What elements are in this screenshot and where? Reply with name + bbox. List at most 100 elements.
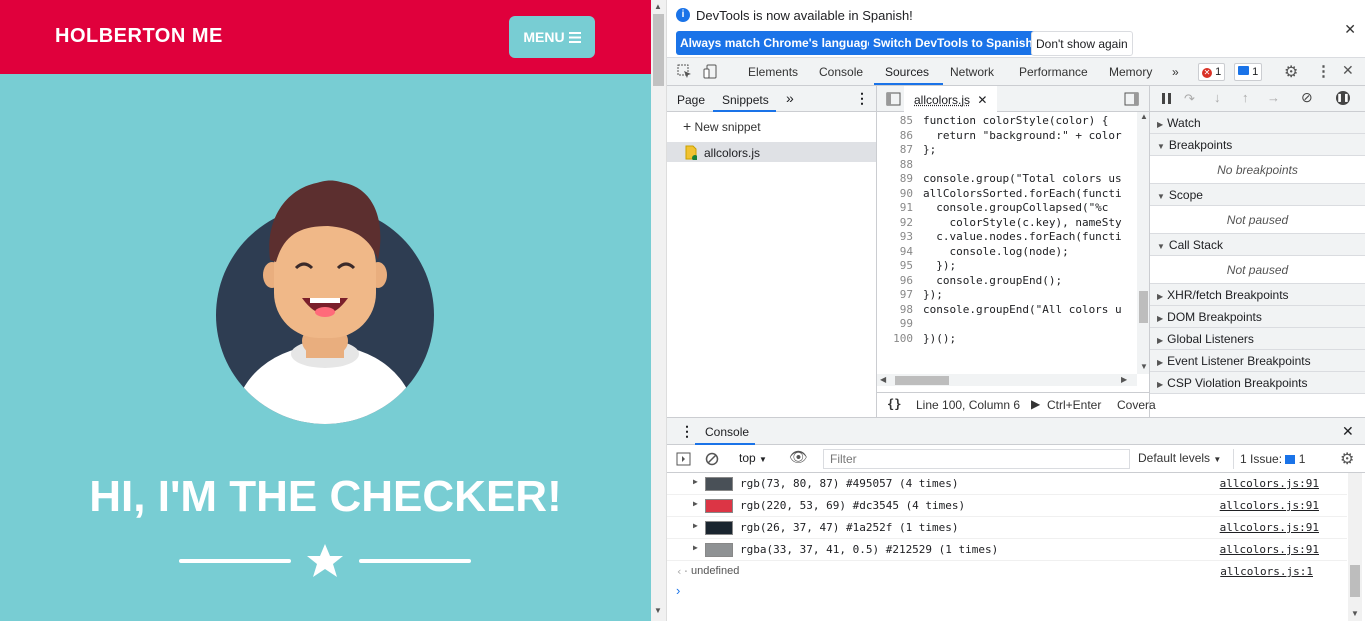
tab-sources[interactable]: Sources [885,65,929,79]
scroll-up-arrow-icon[interactable]: ▲ [654,2,662,11]
call-stack-section[interactable]: ▼ Call Stack [1150,234,1365,256]
event-listener-breakpoints-section[interactable]: ▶ Event Listener Breakpoints [1150,350,1365,372]
expand-group-icon[interactable]: ▶ [693,543,698,552]
code-line[interactable]: console.groupCollapsed("%c [923,201,1108,214]
tab-performance[interactable]: Performance [1019,65,1088,79]
more-options-icon[interactable]: ⋮ [1316,62,1331,80]
more-navigator-tabs-icon[interactable]: » [786,90,794,106]
result-source-link[interactable]: allcolors.js:1 [1220,565,1313,578]
log-source-link[interactable]: allcolors.js:91 [1220,499,1319,512]
console-settings-gear-icon[interactable]: ⚙ [1340,449,1354,469]
close-tab-icon[interactable]: ✕ [977,93,987,107]
line-number[interactable]: 89 [877,172,913,185]
editor-scroll-left-icon[interactable]: ◀ [880,375,886,384]
message-count-badge[interactable]: 1 [1234,63,1263,81]
tab-console[interactable]: Console [819,65,863,79]
pause-on-exceptions-icon[interactable]: ❚❚ [1336,91,1350,105]
snippet-item[interactable]: allcolors.js [667,142,876,162]
console-prompt-icon[interactable]: › [676,583,680,598]
console-sidebar-icon[interactable] [676,452,691,466]
editor-scroll-down-icon[interactable]: ▼ [1140,362,1148,371]
expand-group-icon[interactable]: ▶ [693,521,698,530]
code-line[interactable]: console.group("Total colors us [923,172,1122,185]
editor-horizontal-thumb[interactable] [895,376,949,385]
settings-gear-icon[interactable]: ⚙ [1284,62,1298,82]
issues-counter[interactable]: 1 Issue: 1 [1233,449,1311,469]
tab-console-drawer[interactable]: Console [705,425,749,439]
device-toolbar-icon[interactable] [703,64,718,79]
code-line[interactable]: }); [923,259,956,272]
navigator-menu-icon[interactable]: ⋮ [855,90,869,107]
pause-icon[interactable] [1161,93,1172,104]
close-devtools-icon[interactable]: ✕ [1342,62,1354,79]
toggle-navigator-icon[interactable] [886,92,901,106]
code-line[interactable]: console.log(node); [923,245,1068,258]
log-source-link[interactable]: allcolors.js:91 [1220,477,1319,490]
global-listeners-section[interactable]: ▶ Global Listeners [1150,328,1365,350]
step-icon[interactable]: → [1267,90,1280,105]
clear-console-icon[interactable] [705,452,719,466]
code-line[interactable]: console.groupEnd("All colors u [923,303,1122,316]
editor-scroll-right-icon[interactable]: ▶ [1121,375,1127,384]
expand-group-icon[interactable]: ▶ [693,477,698,486]
new-snippet-button[interactable]: + New snippet [683,118,761,134]
editor-vertical-thumb[interactable] [1139,291,1148,323]
pretty-print-icon[interactable]: {} [887,397,901,411]
log-levels-dropdown[interactable]: Default levels ▼ [1138,451,1221,465]
site-brand[interactable]: HOLBERTON ME [55,25,223,48]
step-out-icon[interactable]: ↑ [1242,90,1249,105]
console-scrollbar[interactable]: ▼ [1348,473,1362,621]
editor-scroll-up-icon[interactable]: ▲ [1140,112,1148,121]
scroll-down-arrow-icon[interactable]: ▼ [654,606,662,615]
console-filter-input[interactable]: Filter [823,449,1130,469]
page-scrollbar-thumb[interactable] [653,14,664,86]
editor-file-tab[interactable]: allcolors.js ✕ [904,86,998,112]
code-lines[interactable]: 85 function colorStyle(color) {86 return … [877,112,1137,374]
tab-network[interactable]: Network [950,65,994,79]
editor-horizontal-scrollbar[interactable]: ◀ ▶ [877,374,1137,386]
log-source-link[interactable]: allcolors.js:91 [1220,543,1319,556]
console-scroll-down-icon[interactable]: ▼ [1351,609,1359,618]
log-source-link[interactable]: allcolors.js:91 [1220,521,1319,534]
code-line[interactable]: function colorStyle(color) { [923,114,1108,127]
tab-memory[interactable]: Memory [1109,65,1152,79]
match-language-button[interactable]: Always match Chrome's language [676,31,879,55]
line-number[interactable]: 92 [877,216,913,229]
step-over-icon[interactable]: ↷ [1184,91,1195,107]
line-number[interactable]: 88 [877,158,913,171]
tab-snippets[interactable]: Snippets [722,93,769,107]
line-number[interactable]: 99 [877,317,913,330]
line-number[interactable]: 86 [877,129,913,142]
more-tabs-icon[interactable]: » [1172,65,1179,79]
line-number[interactable]: 87 [877,143,913,156]
code-line[interactable]: c.value.nodes.forEach(functi [923,230,1121,243]
expand-group-icon[interactable]: ▶ [693,499,698,508]
switch-language-button[interactable]: Switch DevTools to Spanish [869,31,1037,55]
console-log-row[interactable]: ▶ rgb(73, 80, 87) #495057 (4 times) allcol… [667,473,1347,495]
live-expression-eye-icon[interactable]: 👁 [789,448,808,466]
console-scrollbar-thumb[interactable] [1350,565,1360,597]
code-line[interactable]: colorStyle(c.key), nameSty [923,216,1121,229]
dont-show-again-button[interactable]: Don't show again [1031,31,1133,56]
tab-page[interactable]: Page [677,93,705,107]
code-line[interactable]: }; [923,143,936,156]
context-selector[interactable]: top ▼ [739,451,767,465]
menu-button[interactable]: MENU [509,16,595,58]
drawer-menu-icon[interactable]: ⋮ [680,423,694,440]
page-scrollbar[interactable]: ▲ ▼ [651,0,667,621]
csp-breakpoints-section[interactable]: ▶ CSP Violation Breakpoints [1150,372,1365,394]
line-number[interactable]: 98 [877,303,913,316]
code-line[interactable]: allColorsSorted.forEach(functi [923,187,1122,200]
close-drawer-icon[interactable]: ✕ [1342,423,1354,440]
console-log-row[interactable]: ▶ rgba(33, 37, 41, 0.5) #212529 (1 times)… [667,539,1347,561]
code-line[interactable]: console.groupEnd(); [923,274,1062,287]
inspect-element-icon[interactable] [677,64,692,79]
console-log-row[interactable]: ▶ rgb(220, 53, 69) #dc3545 (4 times) allco… [667,495,1347,517]
dom-breakpoints-section[interactable]: ▶ DOM Breakpoints [1150,306,1365,328]
editor-vertical-scrollbar[interactable]: ▲ ▼ [1137,112,1149,374]
line-number[interactable]: 94 [877,245,913,258]
watch-section[interactable]: ▶ Watch [1150,112,1365,134]
line-number[interactable]: 91 [877,201,913,214]
console-log-row[interactable]: ▶ rgb(26, 37, 47) #1a252f (1 times) allcol… [667,517,1347,539]
line-number[interactable]: 90 [877,187,913,200]
